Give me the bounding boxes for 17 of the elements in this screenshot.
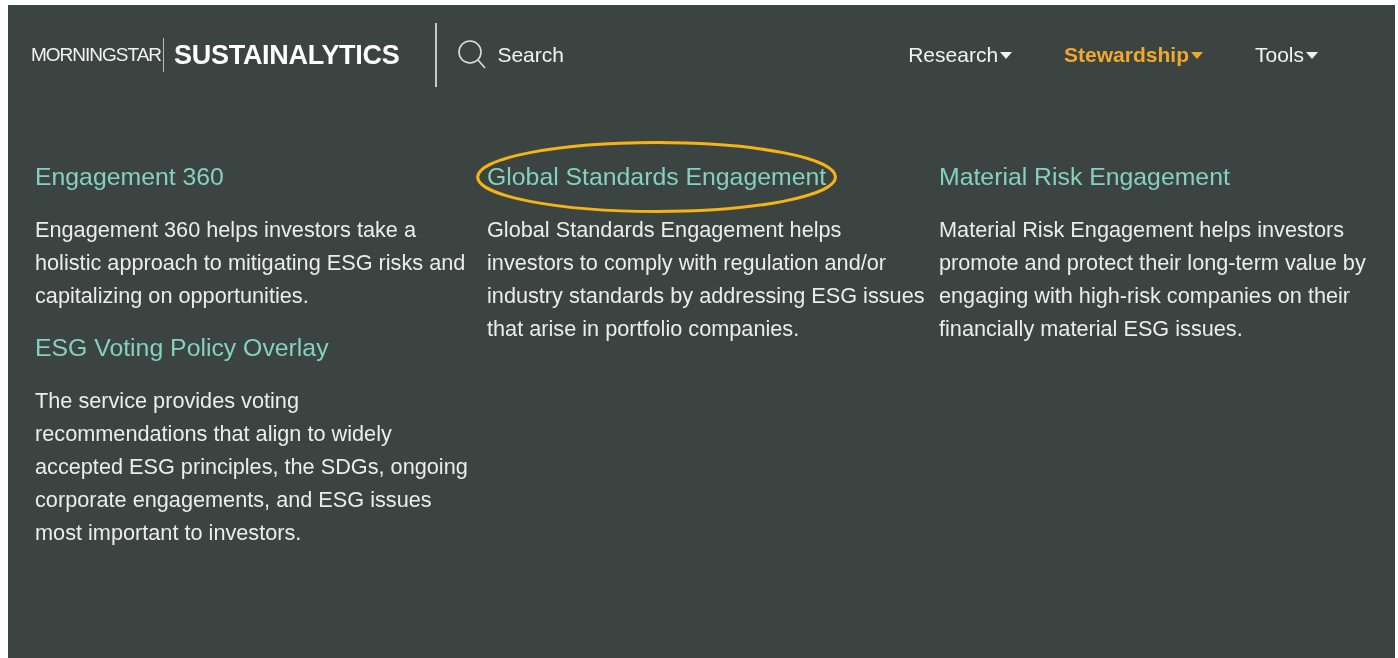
caret-icon (1306, 51, 1318, 59)
caret-icon (1000, 51, 1013, 59)
search-button[interactable]: Search (457, 39, 564, 71)
search-icon (457, 39, 488, 71)
section-link[interactable]: Engagement 360 (35, 163, 224, 191)
section-description: Material Risk Engagement helps investors promote and protect their long-term value by engaging with high-risk companies on their financially material ESG issues. (939, 216, 1367, 343)
nav-menu[interactable]: Stewardship (1064, 43, 1203, 67)
parent-logo: MORNINGSTAR (31, 42, 162, 67)
section-link[interactable]: Material Risk Engagement (939, 163, 1230, 191)
section-description: Engagement 360 helps investors take a holistic approach to mitigating ESG risks and capitalizing on opportunities. (35, 216, 467, 310)
section-description: Global Standards Engagement helps investors to comply with regulation and/or industry standards by addressing ESG issues that arise in portfolio companies. (487, 216, 926, 343)
section-description: The service provides voting recommendations that align to widely accepted ESG principles, the SDGs, ongoing corporate engagements, and ESG issues most important to investors. (35, 387, 469, 547)
section-link[interactable]: ESG Voting Policy Overlay (35, 334, 329, 362)
caret-icon (1190, 51, 1203, 59)
brand-logo: SUSTAINALYTICS (174, 39, 400, 71)
nav-menu[interactable]: Tools (1254, 43, 1318, 67)
nav-menu[interactable]: Research (908, 43, 1013, 67)
